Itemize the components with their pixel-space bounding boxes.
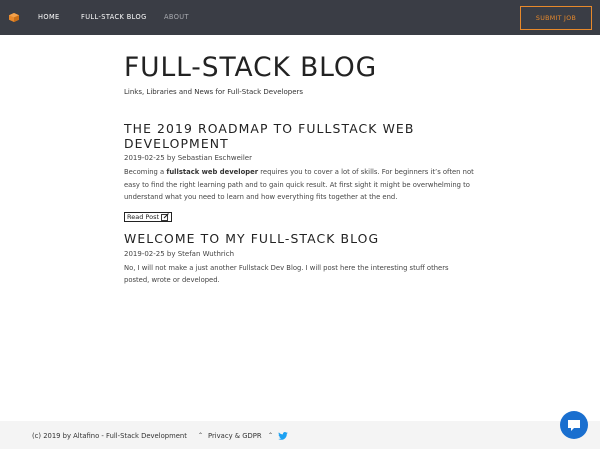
submit-job-button[interactable]: SUBMIT JOB	[520, 6, 592, 30]
twitter-icon[interactable]	[278, 432, 288, 440]
edit-icon	[161, 212, 169, 221]
nav-home[interactable]: HOME	[38, 13, 60, 21]
site-tagline: Links, Libraries and News for Full-Stack…	[124, 88, 304, 96]
orange-cube-icon[interactable]	[9, 13, 19, 22]
caret-up-icon: ⌃	[198, 432, 204, 439]
post-excerpt: Becoming a fullstack web developer requi…	[124, 166, 474, 204]
nav-about[interactable]: ABOUT	[164, 13, 189, 21]
excerpt-highlight: fullstack web developer	[166, 168, 259, 176]
post-title[interactable]: THE 2019 ROADMAP TO FULLSTACK WEB DEVELO…	[124, 121, 474, 151]
read-post-button[interactable]: Read Post	[124, 211, 172, 222]
excerpt-text: Becoming a	[124, 168, 167, 176]
footer-copyright: (c) 2019 by Altafino - Full-Stack Develo…	[32, 432, 187, 440]
post-card: THE 2019 ROADMAP TO FULLSTACK WEB DEVELO…	[124, 121, 474, 223]
post-title[interactable]: WELCOME TO MY FULL-STACK BLOG	[124, 231, 474, 247]
post-card: WELCOME TO MY FULL-STACK BLOG 2019-02-25…	[124, 231, 474, 287]
privacy-gdpr-link[interactable]: Privacy & GDPR	[208, 432, 262, 440]
read-post-label: Read Post	[127, 212, 159, 221]
post-excerpt: No, I will not make a just another Fulls…	[124, 263, 449, 285]
site-title: FULL-STACK BLOG	[124, 52, 378, 83]
chat-button[interactable]	[560, 411, 588, 439]
nav-full-stack-blog[interactable]: FULL-STACK BLOG	[81, 13, 147, 21]
top-navbar: HOME FULL-STACK BLOG ABOUT SUBMIT JOB	[0, 0, 600, 35]
post-meta: 2019-02-25 by Stefan Wuthrich	[124, 249, 235, 258]
chat-bubble-icon	[568, 419, 580, 431]
post-meta: 2019-02-25 by Sebastian Eschweiler	[124, 154, 252, 162]
caret-up-icon: ⌃	[268, 432, 274, 439]
